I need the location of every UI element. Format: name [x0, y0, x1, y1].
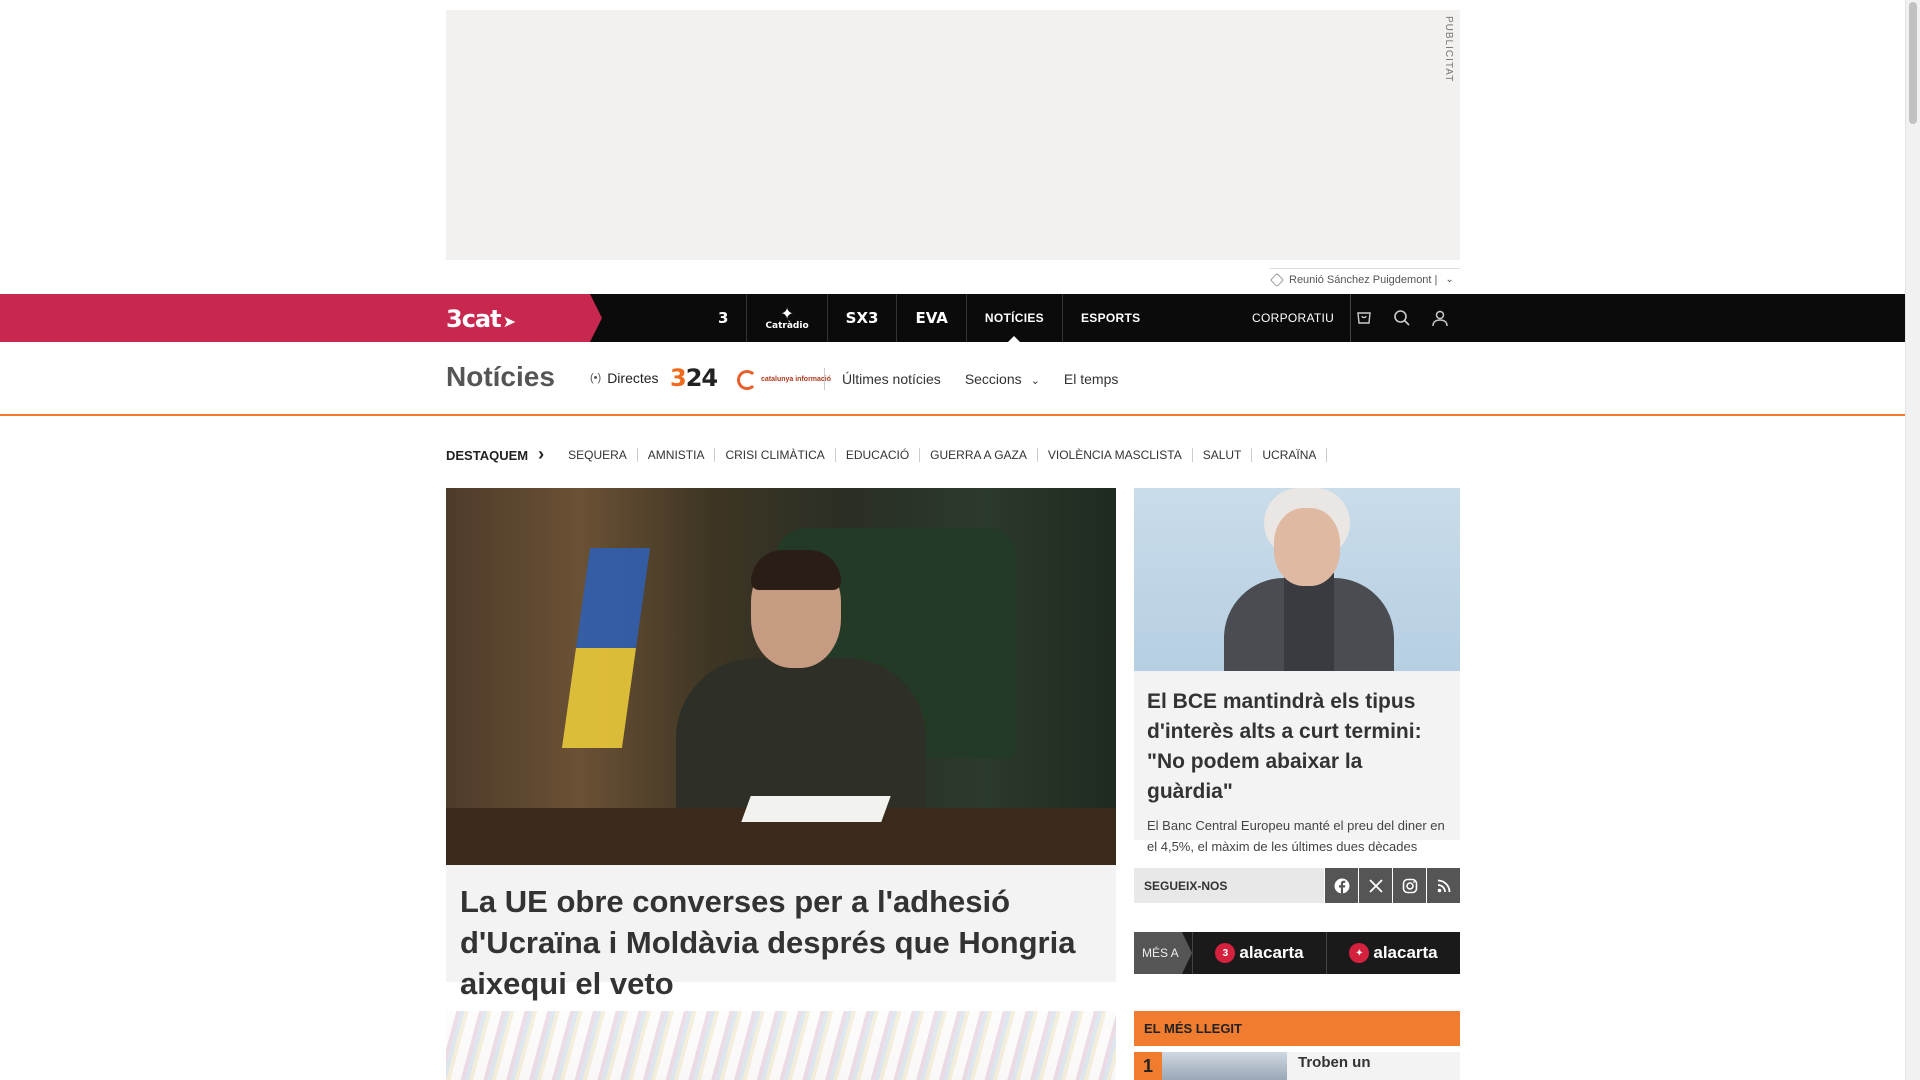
tag-violencia-masclista[interactable]: VIOLÈNCIA MASCLISTA: [1038, 447, 1193, 462]
highlights-label[interactable]: DESTAQUEM: [446, 444, 544, 465]
section-header: Notícies (•) Directes 324 catalunya info…: [0, 342, 1905, 416]
brand-arrow-icon: ➤: [502, 312, 516, 331]
more-on-label: MÉS A: [1134, 932, 1192, 974]
vertical-scrollbar[interactable]: [1905, 0, 1920, 1080]
catradio-wing-icon: ✦: [780, 303, 794, 323]
tag-amnistia[interactable]: AMNISTIA: [638, 447, 716, 462]
eva-logo[interactable]: EVA: [897, 294, 967, 342]
tag-icon: [1269, 272, 1285, 287]
chevron-down-icon[interactable]: ⌄: [1445, 274, 1453, 285]
most-read-thumbnail[interactable]: [1162, 1052, 1287, 1080]
eva-label: EVA: [915, 309, 948, 327]
scrollbar-thumb[interactable]: [1909, 2, 1917, 124]
paper-shape: [741, 796, 891, 822]
nav-sections-dropdown[interactable]: Seccions: [965, 371, 1040, 387]
scarf-shape: [1284, 573, 1334, 671]
second-article-image[interactable]: [446, 1011, 1116, 1080]
tv3-label: 3: [718, 309, 729, 327]
ad-label: PUBLICITAT: [1443, 16, 1454, 83]
x-icon[interactable]: [1358, 868, 1392, 903]
catinfo-circle-icon: [737, 370, 757, 390]
324-three: 3: [670, 364, 687, 392]
catradio-alacarta-link[interactable]: ✦ alacarta: [1326, 932, 1460, 974]
user-icon[interactable]: [1430, 308, 1450, 328]
live-label: Directes: [607, 370, 659, 386]
image-pattern: [446, 1011, 1116, 1080]
tag-ucraina[interactable]: UCRAÏNA: [1252, 447, 1328, 462]
face-shape: [1274, 508, 1340, 586]
tag-sequera[interactable]: SEQUERA: [558, 447, 638, 462]
follow-us-bar: SEGUEIX-NOS: [1134, 868, 1460, 903]
3cat-logo[interactable]: 3cat ➤: [446, 305, 516, 333]
tv3-alacarta-label: alacarta: [1239, 943, 1304, 962]
most-read-rank: 1: [1134, 1052, 1162, 1080]
corporate-link[interactable]: CORPORATIU: [1252, 294, 1352, 342]
tv3-alacarta-link[interactable]: 3 alacarta: [1192, 932, 1326, 974]
live-link[interactable]: (•) Directes: [590, 370, 659, 386]
nav-latest-news[interactable]: Últimes notícies: [842, 371, 941, 387]
nav-link-esports[interactable]: ESPORTS: [1063, 294, 1158, 342]
live-broadcast-icon: (•): [590, 372, 602, 384]
page-title[interactable]: Notícies: [446, 361, 555, 393]
top-icons: [1354, 294, 1450, 342]
catradio-badge-icon: ✦: [1349, 943, 1370, 963]
channel-list: 3 ✦ Catràdio SX3 EVA NOTÍCIES ESPORTS: [700, 294, 1158, 342]
tv3-badge-icon: 3: [1215, 943, 1236, 963]
catradio-label: Catràdio: [765, 320, 809, 331]
catradio-logo[interactable]: ✦ Catràdio: [747, 294, 828, 342]
tag-guerra-gaza[interactable]: GUERRA A GAZA: [920, 447, 1038, 462]
divider: [824, 368, 825, 390]
324-rest: 24: [685, 364, 718, 392]
324-logo[interactable]: 324: [670, 364, 718, 392]
sx3-label: SX3: [845, 309, 879, 327]
lead-article-image[interactable]: [446, 488, 1116, 865]
rss-icon[interactable]: [1426, 868, 1460, 903]
most-read-header: EL MÉS LLEGIT: [1134, 1011, 1460, 1046]
search-icon[interactable]: [1392, 308, 1412, 328]
tag-crisi-climatica[interactable]: CRISI CLIMÀTICA: [715, 447, 836, 462]
flag-shape: [561, 548, 651, 748]
highlight-tags: DESTAQUEM SEQUERA AMNISTIA CRISI CLIMÀTI…: [446, 444, 1328, 465]
follow-us-label: SEGUEIX-NOS: [1144, 878, 1228, 893]
person-hair-shape: [751, 550, 841, 590]
sx3-logo[interactable]: SX3: [828, 294, 898, 342]
side-article-image[interactable]: [1134, 488, 1460, 671]
facebook-icon[interactable]: [1324, 868, 1358, 903]
catradio-alacarta-label: alacarta: [1373, 943, 1438, 962]
ad-zone: PUBLICITAT Reunió Sánchez Puigdemont | ⌄: [0, 0, 1905, 294]
more-on-bar: MÉS A 3 alacarta ✦ alacarta: [1134, 932, 1460, 974]
trending-topic-bar[interactable]: Reunió Sánchez Puigdemont | ⌄: [1269, 268, 1460, 290]
most-read-item[interactable]: 1 Troben un: [1134, 1052, 1460, 1080]
trending-topic[interactable]: Reunió Sánchez Puigdemont |: [1289, 274, 1437, 286]
brand-name: 3cat: [446, 305, 502, 333]
side-article-title[interactable]: El BCE mantindrà els tipus d'interès alt…: [1134, 671, 1460, 807]
lead-article[interactable]: La UE obre converses per a l'adhesió d'U…: [446, 488, 1116, 1001]
nav-weather[interactable]: El temps: [1064, 371, 1118, 387]
tag-educacio[interactable]: EDUCACIÓ: [836, 447, 921, 462]
instagram-icon[interactable]: [1392, 868, 1426, 903]
catalunya-informacio-logo[interactable]: catalunya informació: [737, 370, 831, 390]
catinfo-label: catalunya informació: [761, 376, 832, 383]
nav-link-noticies[interactable]: NOTÍCIES: [967, 294, 1063, 342]
section-nav: Últimes notícies Seccions El temps: [842, 371, 1118, 387]
advertisement[interactable]: PUBLICITAT: [446, 10, 1460, 260]
lead-article-title[interactable]: La UE obre converses per a l'adhesió d'U…: [446, 865, 1116, 1004]
cart-icon[interactable]: [1354, 308, 1374, 328]
most-read-title[interactable]: Troben un: [1298, 1054, 1371, 1071]
side-article-lede: El Banc Central Europeu manté el preu de…: [1147, 818, 1445, 854]
tv3-logo[interactable]: 3: [700, 294, 748, 342]
tag-salut[interactable]: SALUT: [1193, 447, 1253, 462]
side-article[interactable]: El BCE mantindrà els tipus d'interès alt…: [1134, 488, 1460, 854]
top-navigation: 3cat ➤ 3 ✦ Catràdio SX3 EVA NOTÍCIES ESPOR…: [0, 294, 1905, 342]
